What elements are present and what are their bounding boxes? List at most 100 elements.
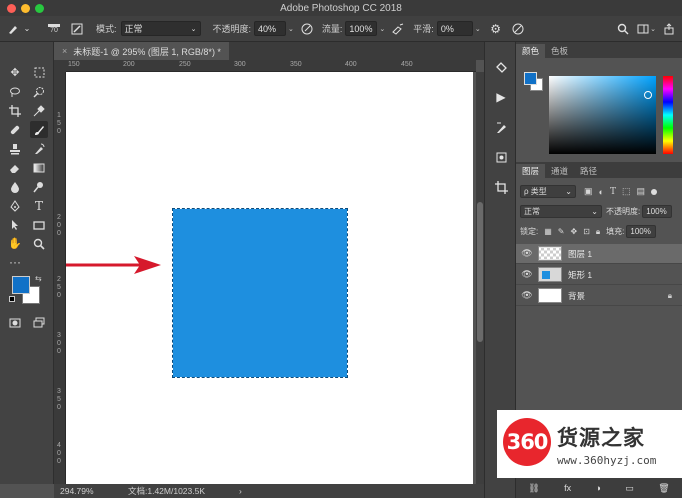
pressure-size-button[interactable]: [511, 22, 525, 36]
tab-layers[interactable]: 图层: [516, 164, 546, 178]
layer-name[interactable]: 图层 1: [568, 248, 592, 260]
opacity-input[interactable]: 40%: [254, 21, 287, 36]
close-tab-icon[interactable]: ×: [62, 46, 67, 56]
clone-source-icon[interactable]: [492, 148, 510, 166]
document-tab[interactable]: × 未标题-1 @ 295% (图层 1, RGB/8*) *: [54, 42, 229, 60]
brush-tool[interactable]: [30, 121, 48, 138]
pen-tool[interactable]: [6, 197, 24, 214]
hand-tool[interactable]: ✋: [6, 235, 24, 252]
layer-filter-select[interactable]: ρ 类型 ⌄: [520, 185, 576, 198]
share-button[interactable]: [662, 22, 676, 36]
type-tool[interactable]: T: [30, 197, 48, 214]
chevron-down-icon[interactable]: ⌄: [288, 25, 294, 33]
crop-tool[interactable]: [6, 102, 24, 119]
new-layer-button[interactable]: ▭: [625, 483, 634, 494]
blue-rectangle-selection[interactable]: [172, 208, 348, 378]
search-button[interactable]: [616, 22, 630, 36]
mask-button[interactable]: ◑: [596, 483, 601, 493]
quick-selection-tool[interactable]: [30, 83, 48, 100]
layer-name[interactable]: 背景: [568, 290, 585, 302]
document-canvas[interactable]: [66, 72, 473, 484]
chevron-down-icon[interactable]: ⌄: [379, 25, 385, 33]
tab-color[interactable]: 颜色: [516, 44, 546, 58]
blur-tool[interactable]: [6, 178, 24, 195]
lock-pixels-icon[interactable]: ✎: [558, 227, 565, 236]
crop-panel-icon[interactable]: [492, 178, 510, 196]
status-menu-arrow[interactable]: ›: [239, 486, 242, 496]
tab-channels[interactable]: 通道: [545, 164, 574, 178]
hue-slider[interactable]: [663, 76, 673, 154]
trash-icon[interactable]: 🗑: [658, 483, 669, 494]
vertical-scrollbar[interactable]: [476, 72, 484, 484]
gradient-tool[interactable]: [30, 159, 48, 176]
play-action-icon[interactable]: ▶: [492, 88, 510, 106]
more-tools-button[interactable]: ···: [6, 253, 24, 270]
layer-name[interactable]: 矩形 1: [568, 269, 592, 281]
dodge-tool[interactable]: [30, 178, 48, 195]
eye-icon[interactable]: 👁︎: [516, 248, 538, 259]
healing-brush-tool[interactable]: [6, 121, 24, 138]
close-window-button[interactable]: [7, 4, 16, 13]
filter-adjust-icon[interactable]: ◐: [599, 187, 604, 197]
filter-image-icon[interactable]: ▣: [584, 186, 593, 197]
link-layers-icon[interactable]: ⛓: [528, 483, 539, 494]
mode-select[interactable]: 正常 ⌄: [120, 21, 201, 36]
lock-artboard-icon[interactable]: ⊡: [583, 227, 590, 236]
history-brush-tool[interactable]: [30, 140, 48, 157]
eye-icon[interactable]: 👁︎: [516, 290, 538, 301]
rectangle-tool[interactable]: [30, 216, 48, 233]
eyedropper-tool[interactable]: [30, 102, 48, 119]
history-panel-icon[interactable]: [492, 58, 510, 76]
brush-size-picker[interactable]: 70: [48, 22, 60, 35]
filter-shape-icon[interactable]: ⬚: [622, 186, 631, 197]
brush-tool-preset[interactable]: ⌄: [6, 22, 34, 36]
default-colors-icon[interactable]: [9, 296, 15, 302]
filter-type-icon[interactable]: T: [610, 187, 616, 197]
minimize-window-button[interactable]: [21, 4, 30, 13]
pressure-opacity-button[interactable]: [300, 22, 314, 36]
lock-all-icon[interactable]: 🔒︎: [596, 227, 600, 237]
path-selection-tool[interactable]: [6, 216, 24, 233]
layer-row-layer1[interactable]: 👁︎ 图层 1: [516, 244, 682, 264]
layer-row-background[interactable]: 👁︎ 背景 🔒︎: [516, 286, 682, 306]
eraser-tool[interactable]: [6, 159, 24, 176]
clone-stamp-tool[interactable]: [6, 140, 24, 157]
layer-opacity-input[interactable]: 100%: [642, 205, 673, 218]
blend-mode-select[interactable]: 正常 ⌄: [520, 205, 602, 218]
filter-smart-icon[interactable]: ▤: [636, 186, 645, 197]
swap-colors-icon[interactable]: ⇆: [35, 274, 42, 283]
scrollbar-thumb[interactable]: [477, 202, 483, 342]
zoom-window-button[interactable]: [35, 4, 44, 13]
smoothing-input[interactable]: 0%: [436, 21, 473, 36]
lock-position-icon[interactable]: ✥: [571, 227, 578, 236]
smoothing-settings-button[interactable]: ⚙: [489, 22, 503, 36]
foreground-color-swatch[interactable]: [12, 276, 30, 294]
layer-row-rectangle1[interactable]: 👁︎ 矩形 1: [516, 265, 682, 285]
brush-settings-button[interactable]: [70, 22, 84, 36]
tab-paths[interactable]: 路径: [574, 164, 603, 178]
fill-input[interactable]: 100%: [626, 225, 657, 238]
filter-toggle-icon[interactable]: [651, 188, 657, 195]
zoom-level[interactable]: 294.79%: [60, 486, 120, 496]
screen-mode-button[interactable]: [30, 314, 48, 331]
fx-button[interactable]: fx: [564, 483, 571, 493]
zoom-tool[interactable]: [30, 235, 48, 252]
marquee-tool[interactable]: [30, 64, 48, 81]
color-picker-field[interactable]: [549, 76, 656, 154]
ruler-origin[interactable]: [54, 60, 66, 72]
picker-cursor[interactable]: [644, 91, 652, 99]
horizontal-ruler[interactable]: 150 200 250 300 350 400 450: [66, 60, 476, 72]
chevron-down-icon[interactable]: ⌄: [475, 25, 481, 33]
panel-foreground-swatch[interactable]: [524, 72, 537, 85]
eye-icon[interactable]: 👁︎: [516, 269, 538, 280]
quick-mask-button[interactable]: [6, 314, 24, 331]
move-tool[interactable]: ✥: [6, 64, 24, 81]
flow-input[interactable]: 100%: [345, 21, 378, 36]
workspace-button[interactable]: ⌄: [636, 22, 656, 36]
canvas-workspace[interactable]: [66, 72, 476, 484]
airbrush-button[interactable]: [391, 22, 405, 36]
vertical-ruler[interactable]: 1 5 0 2 0 0 2 5 0 3 0 0 3 5 0 4 0 0: [54, 72, 66, 484]
brush-settings-icon[interactable]: [492, 118, 510, 136]
lasso-tool[interactable]: [6, 83, 24, 100]
lock-transparent-icon[interactable]: ▦: [544, 227, 552, 236]
